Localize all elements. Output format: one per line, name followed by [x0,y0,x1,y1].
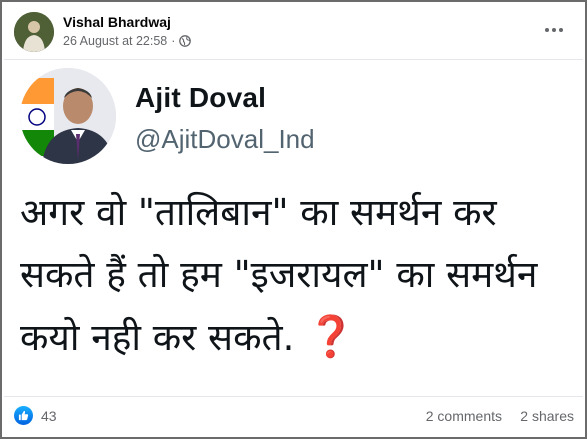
tweet-body: अगर वो "तालिबान" का समर्थन कर सकते हैं त… [20,182,575,369]
author-name[interactable]: Vishal Bhardwaj [63,14,171,30]
shares-count[interactable]: 2 shares [520,408,574,424]
tweet-display-name: Ajit Doval [135,82,267,113]
facebook-post: Vishal Bhardwaj 26 August at 22:58 · Aji… [0,0,587,439]
comments-count[interactable]: 2 comments [426,408,502,424]
meta-separator: · [171,34,176,48]
author-avatar-image [14,12,54,52]
globe-icon [179,35,192,47]
more-options-icon[interactable] [540,16,568,44]
tweet-text: अगर वो "तालिबान" का समर्थन कर सकते हैं त… [20,191,538,359]
post-meta: 26 August at 22:58 · [63,34,192,48]
author-avatar[interactable] [14,12,54,52]
post-header: Vishal Bhardwaj 26 August at 22:58 · [14,12,574,54]
post-footer: 43 2 comments 2 shares [14,402,574,430]
tweet-avatar-image [20,68,116,164]
tweet-screenshot[interactable]: Ajit Doval @AjitDoval_Ind अगर वो "तालिबा… [4,59,583,397]
post-timestamp[interactable]: 26 August at 22:58 [63,34,167,48]
like-icon[interactable] [14,406,33,425]
tweet-handle: @AjitDoval_Ind [135,124,315,154]
tweet-avatar [20,68,116,164]
reaction-count[interactable]: 43 [41,408,57,424]
question-mark-emoji: ❓ [306,314,356,360]
